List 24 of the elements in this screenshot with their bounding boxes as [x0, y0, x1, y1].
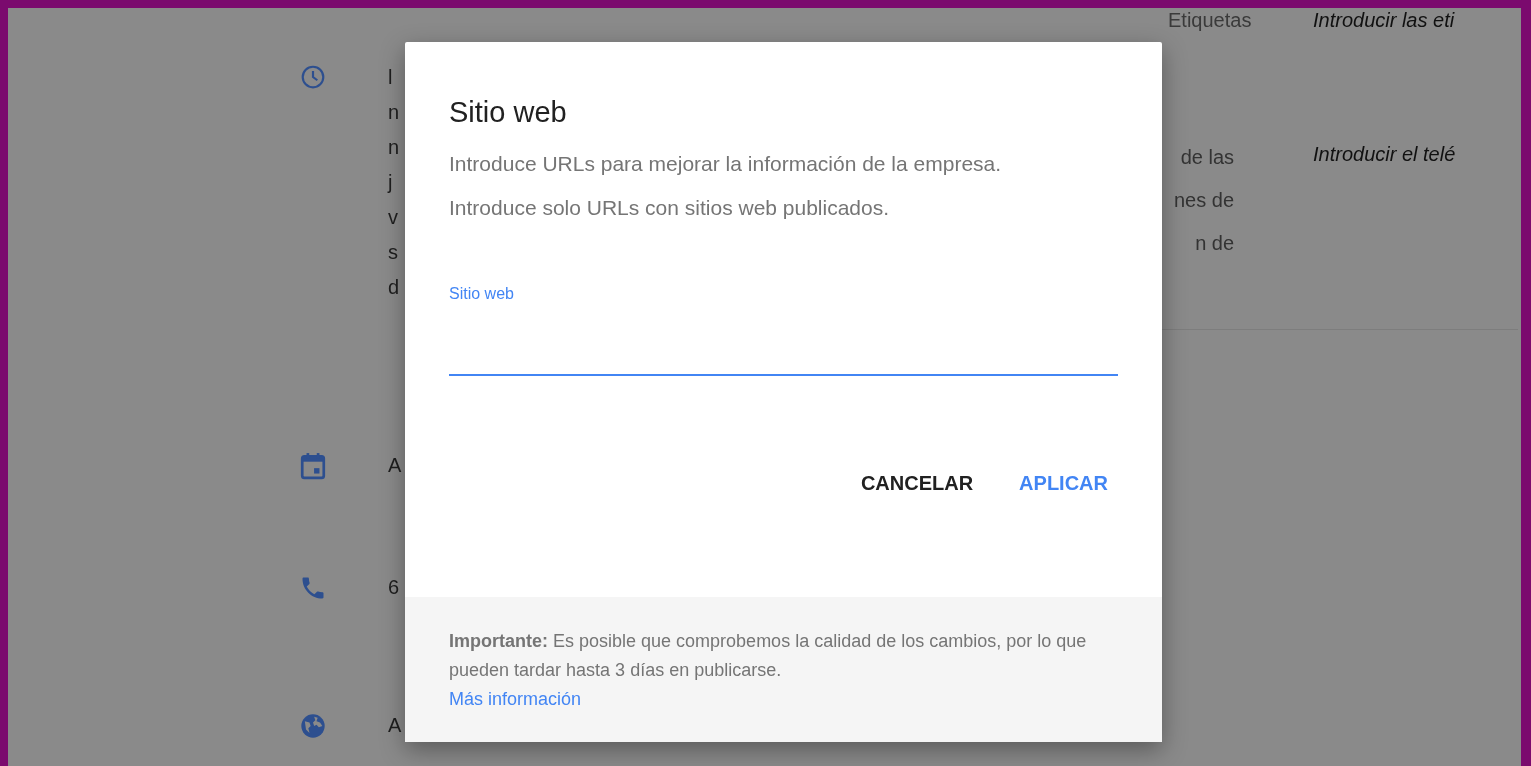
website-input-field[interactable]: Sitio web — [449, 268, 1118, 376]
apply-button[interactable]: APLICAR — [1011, 462, 1116, 504]
background-text: j — [388, 170, 394, 195]
background-text: l — [388, 65, 394, 90]
background-text: d — [388, 275, 400, 300]
field-value: Introducir las eti — [1313, 8, 1455, 32]
notice-text: Importante: Es posible que comprobemos la calidad de los cambios, por lo que pueden tardar hasta 3 días en publicarse. — [449, 630, 1088, 682]
cancel-button[interactable]: CANCELAR — [852, 462, 982, 504]
field-label: de las nes de n de — [1174, 145, 1235, 256]
background-text: n — [388, 135, 400, 160]
more-info-link[interactable]: Más información — [449, 689, 582, 709]
background-text: 6 — [388, 575, 400, 600]
dialog-description: Introduce URLs para mejorar la información de la empresa. Introduce solo URLs con sitios web publicados. — [449, 151, 1003, 221]
background-text: v — [388, 205, 399, 230]
clock-icon — [300, 64, 326, 90]
background-text: A — [388, 713, 402, 738]
dialog-title: Sitio web — [449, 95, 568, 130]
globe-icon — [299, 712, 327, 740]
field-label: Etiquetas — [1168, 8, 1252, 32]
background-text: A — [388, 453, 402, 478]
calendar-icon — [300, 452, 326, 480]
field-value: Introducir el telé — [1313, 142, 1456, 167]
background-text: s — [388, 240, 399, 265]
background-text: n — [388, 100, 400, 125]
